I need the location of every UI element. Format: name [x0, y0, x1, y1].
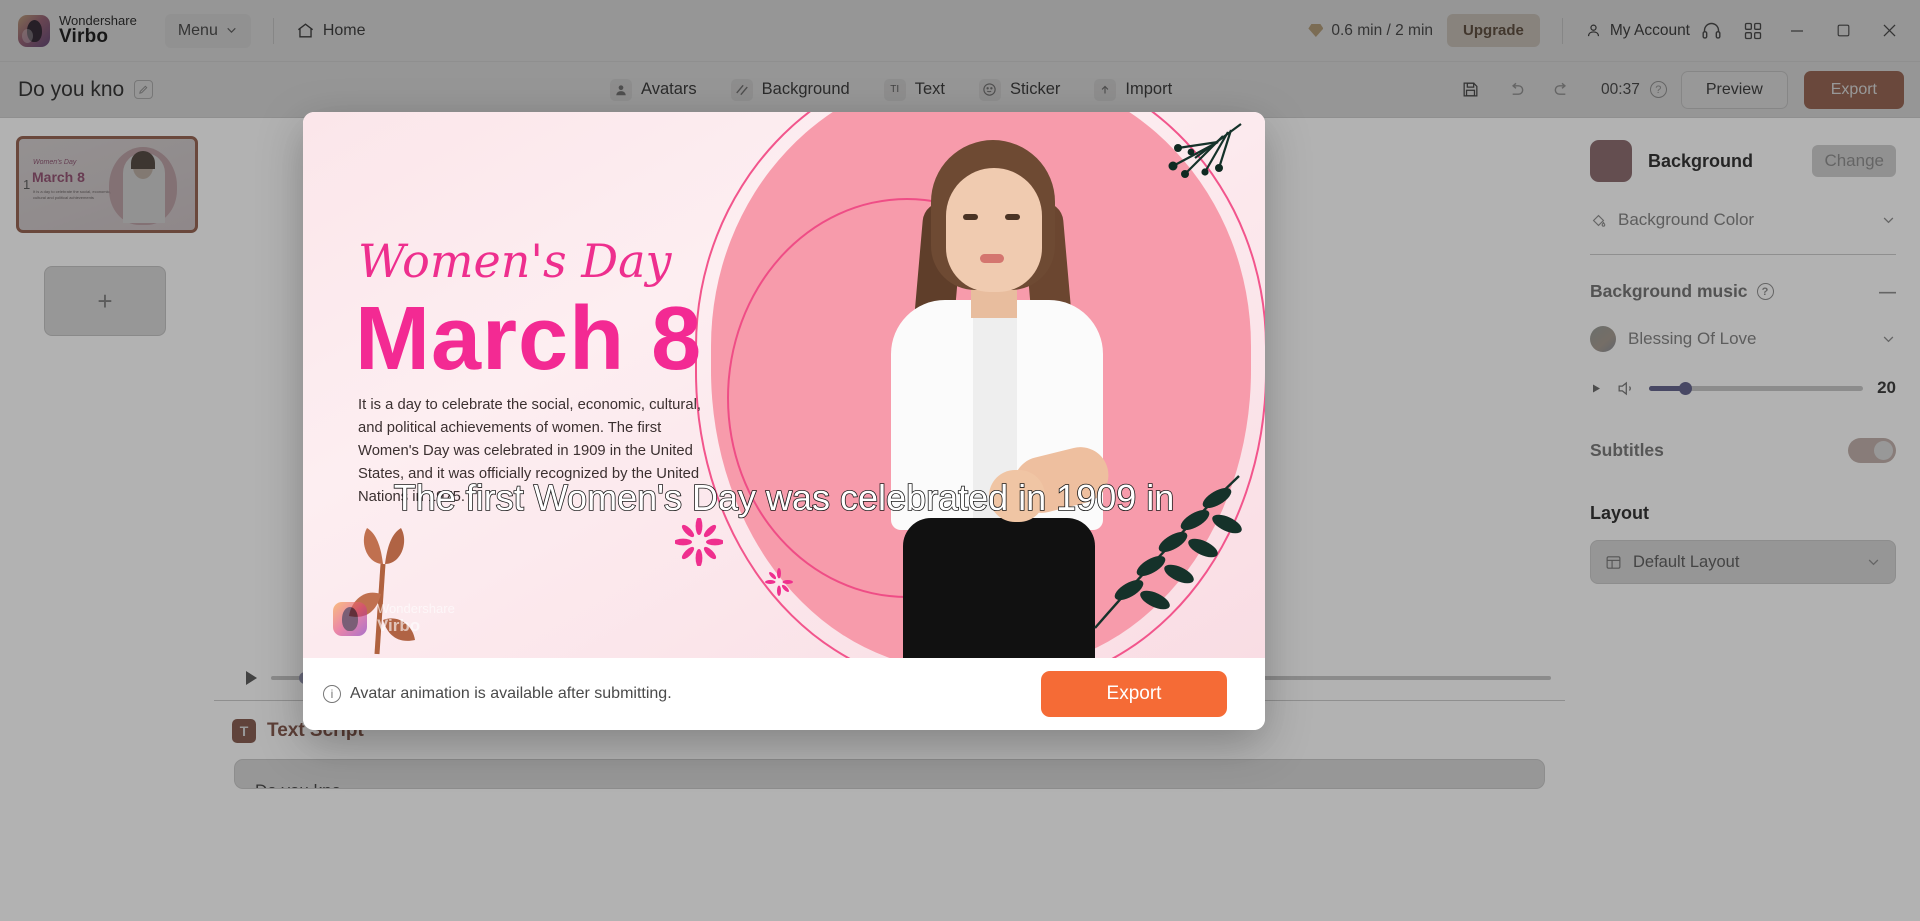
slide-headline: March 8	[355, 289, 703, 389]
export-preview-modal: Women's Day March 8 It is a day to celeb…	[303, 112, 1265, 730]
watermark: Wondershare Virbo	[333, 601, 455, 636]
flower-decoration-small-icon	[765, 568, 793, 596]
avatar-mouth	[980, 254, 1004, 263]
modal-footer: i Avatar animation is available after su…	[303, 658, 1265, 730]
watermark-bottom: Virbo	[377, 616, 421, 635]
video-preview[interactable]: Women's Day March 8 It is a day to celeb…	[303, 112, 1265, 658]
tulip-decoration-icon	[349, 528, 415, 655]
slide-script-title: Women's Day	[358, 234, 672, 288]
info-icon: i	[323, 685, 341, 703]
avatar-face	[946, 168, 1042, 292]
virbo-editor-window: Wondershare Virbo Menu Home 0.6 min / 2 …	[0, 0, 1920, 921]
avatar-eye-right	[1005, 214, 1020, 220]
avatar-eye-left	[963, 214, 978, 220]
watermark-text: Wondershare Virbo	[377, 601, 455, 636]
footer-note: i Avatar animation is available after su…	[323, 685, 672, 703]
footer-note-text: Avatar animation is available after subm…	[350, 685, 672, 702]
export-button-modal[interactable]: Export	[1041, 671, 1227, 717]
watermark-top: Wondershare	[377, 601, 455, 616]
wondershare-logo-icon	[333, 601, 367, 636]
branch-decoration-icon	[1168, 123, 1242, 178]
subtitle-caption: The first Women's Day was celebrated in …	[393, 476, 1175, 519]
flower-decoration-icon	[675, 518, 723, 566]
